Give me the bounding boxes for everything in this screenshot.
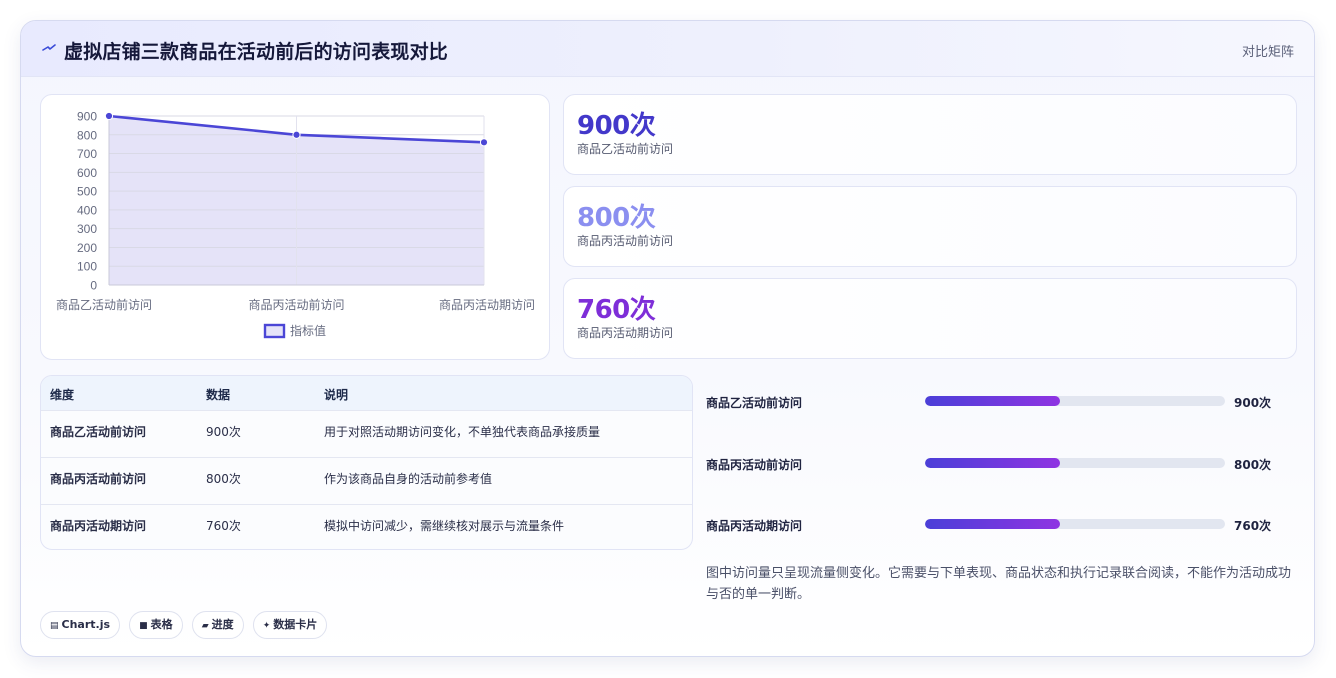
progress-label: 商品乙活动前访问 — [706, 396, 803, 410]
stat-label: 商品乙活动前访问 — [577, 142, 674, 156]
progress-fill — [925, 396, 1060, 406]
y-tick-label: 400 — [77, 203, 97, 217]
stat-label: 商品丙活动前访问 — [577, 234, 674, 248]
table-header-row: 维度 数据 说明 — [41, 376, 692, 410]
legend-label: 指标值 — [290, 323, 326, 338]
table-cell: 商品丙活动期访问 — [50, 519, 147, 533]
x-tick-label: 商品丙活动前访问 — [248, 297, 344, 312]
legend-swatch — [263, 323, 286, 339]
table-cell: 商品丙活动前访问 — [50, 472, 147, 486]
y-tick-label: 200 — [77, 241, 97, 255]
progress-row: 商品丙活动前访问 800次 — [706, 456, 1306, 476]
table-row: 商品丙活动前访问 800次 作为该商品自身的活动前参考值 — [41, 457, 692, 504]
tag-label: 进度 — [211, 618, 234, 631]
column-header: 说明 — [324, 388, 349, 402]
tag-label: Chart.js — [61, 618, 111, 631]
table-cell: 模拟中访问减少，需继续核对展示与流量条件 — [324, 519, 565, 533]
column-header: 数据 — [206, 388, 231, 402]
data-table: 维度 数据 说明 商品乙活动前访问 900次 用于对照活动期访问变化，不单独代表… — [40, 375, 693, 550]
tag-label: 表格 — [150, 618, 173, 631]
y-tick-label: 500 — [77, 185, 97, 199]
stat-label: 商品丙活动期访问 — [577, 326, 674, 340]
page-title: 虚拟店铺三款商品在活动前后的访问表现对比 — [64, 41, 449, 63]
table-row: 商品丙活动期访问 760次 模拟中访问减少，需继续核对展示与流量条件 — [41, 504, 692, 549]
progress-row: 商品丙活动期访问 760次 — [706, 517, 1306, 537]
line-chart-panel: 0 100 200 300 400 500 600 700 800 900 商品乙活动前访问 商品丙活… — [40, 94, 550, 360]
tag-progress[interactable]: ▰ 进度 — [191, 611, 244, 639]
x-tick-label: 商品丙活动期访问 — [439, 297, 535, 312]
stat-card: 760次 商品丙活动期访问 — [563, 278, 1297, 359]
stat-card: 800次 商品丙活动前访问 — [563, 186, 1297, 267]
chart-icon: ▤ — [50, 621, 59, 631]
table-cell: 商品乙活动前访问 — [50, 425, 147, 439]
data-point — [292, 130, 301, 139]
tag-list: ▤ Chart.js ■ 表格 ▰ 进度 ✦ 数据卡片 — [40, 611, 331, 639]
tag-chartjs[interactable]: ▤ Chart.js — [40, 611, 121, 639]
progress-label: 商品丙活动前访问 — [706, 458, 803, 472]
card-icon: ✦ — [262, 621, 271, 631]
data-point — [104, 111, 114, 121]
progress-track — [925, 458, 1225, 468]
progress-fill — [925, 519, 1060, 529]
comparison-card: 虚拟店铺三款商品在活动前后的访问表现对比 对比矩阵 0 100 200 300 400 5… — [20, 20, 1315, 657]
progress-track — [925, 519, 1225, 529]
progress-fill — [925, 458, 1060, 468]
spark-icon — [42, 44, 56, 51]
stat-value: 900次 — [577, 111, 656, 141]
stat-card: 900次 商品乙活动前访问 — [563, 94, 1297, 175]
y-tick-label: 100 — [77, 260, 97, 274]
card-header: 虚拟店铺三款商品在活动前后的访问表现对比 对比矩阵 — [21, 21, 1314, 77]
x-tick-label: 商品乙活动前访问 — [56, 297, 152, 312]
progress-value: 760次 — [1234, 519, 1272, 533]
y-tick-label: 700 — [77, 147, 97, 161]
y-tick-label: 600 — [77, 166, 97, 180]
progress-icon: ▰ — [201, 621, 209, 631]
table-cell: 760次 — [206, 519, 241, 533]
table-cell: 800次 — [206, 472, 241, 486]
progress-value: 800次 — [1234, 458, 1272, 472]
mode-label: 对比矩阵 — [1241, 45, 1294, 60]
progress-label: 商品丙活动期访问 — [706, 519, 803, 533]
table-cell: 作为该商品自身的活动前参考值 — [324, 472, 493, 486]
tag-table[interactable]: ■ 表格 — [129, 611, 183, 639]
progress-value: 900次 — [1234, 396, 1272, 410]
table-cell: 900次 — [206, 425, 241, 439]
table-icon: ■ — [139, 621, 148, 631]
stat-value: 760次 — [577, 295, 656, 325]
y-tick-label: 800 — [77, 128, 97, 142]
table-row: 商品乙活动前访问 900次 用于对照活动期访问变化，不单独代表商品承接质量 — [41, 410, 692, 457]
data-point — [479, 138, 489, 147]
stat-value: 800次 — [577, 203, 656, 233]
tag-data-card[interactable]: ✦ 数据卡片 — [252, 611, 328, 639]
y-tick-label: 300 — [77, 222, 97, 236]
table-cell: 用于对照活动期访问变化，不单独代表商品承接质量 — [324, 425, 601, 439]
progress-track — [925, 396, 1225, 406]
analysis-note: 图中访问量只呈现流量侧变化。它需要与下单表现、商品状态和执行记录联合阅读，不能作… — [706, 566, 1292, 602]
y-tick-label: 0 — [90, 279, 97, 293]
tag-label: 数据卡片 — [273, 618, 318, 631]
column-header: 维度 — [50, 388, 75, 402]
progress-row: 商品乙活动前访问 900次 — [706, 394, 1306, 414]
y-tick-label: 900 — [77, 110, 97, 124]
line-chart: 0 100 200 300 400 500 600 700 800 900 商品乙活动前访问 商品丙活… — [56, 110, 535, 339]
